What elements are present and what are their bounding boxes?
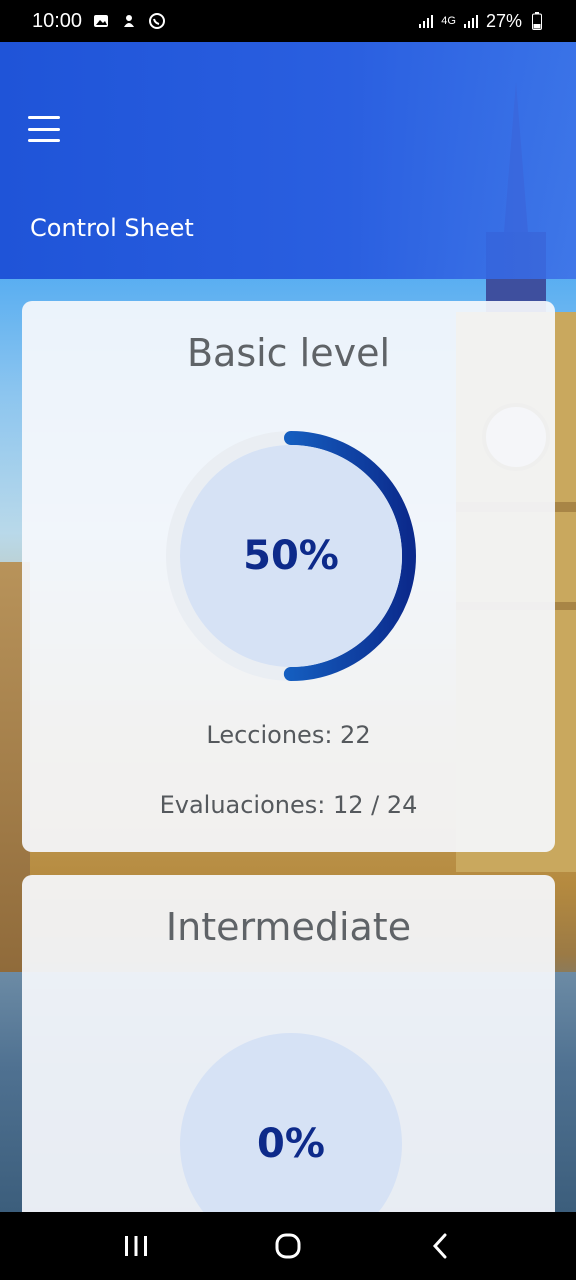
signal-icon-2	[462, 12, 480, 30]
battery-icon	[528, 12, 546, 30]
gallery-icon	[92, 12, 110, 30]
status-right: 4G 27%	[417, 11, 546, 32]
evaluations-count: Evaluaciones: 12 / 24	[159, 791, 418, 819]
signal-icon	[417, 12, 435, 30]
progress-label: 50%	[243, 533, 339, 579]
level-card-basic[interactable]: Basic level 50% Lecciones: 22 Evaluacion…	[22, 301, 555, 852]
app-header: Control Sheet	[0, 42, 576, 279]
whatsapp-icon	[148, 12, 166, 30]
status-bar: 10:00 4G 27%	[0, 0, 576, 42]
hamburger-menu-icon[interactable]	[28, 116, 60, 142]
level-title: Basic level	[186, 331, 391, 375]
system-nav-bar	[0, 1212, 576, 1280]
level-card-intermediate[interactable]: Intermediate 0%	[22, 875, 555, 1255]
back-icon[interactable]	[420, 1226, 460, 1266]
progress-ring: 50%	[166, 431, 416, 681]
recent-apps-icon[interactable]	[116, 1226, 156, 1266]
network-type: 4G	[441, 15, 456, 27]
status-time: 10:00	[32, 9, 83, 32]
battery-percent: 27%	[485, 10, 522, 31]
home-icon[interactable]	[268, 1226, 308, 1266]
page-title: Control Sheet	[30, 214, 194, 242]
notification-icon	[120, 12, 138, 30]
lessons-count: Lecciones: 22	[206, 721, 371, 749]
level-title: Intermediate	[165, 905, 412, 949]
status-left: 10:00	[32, 10, 166, 33]
